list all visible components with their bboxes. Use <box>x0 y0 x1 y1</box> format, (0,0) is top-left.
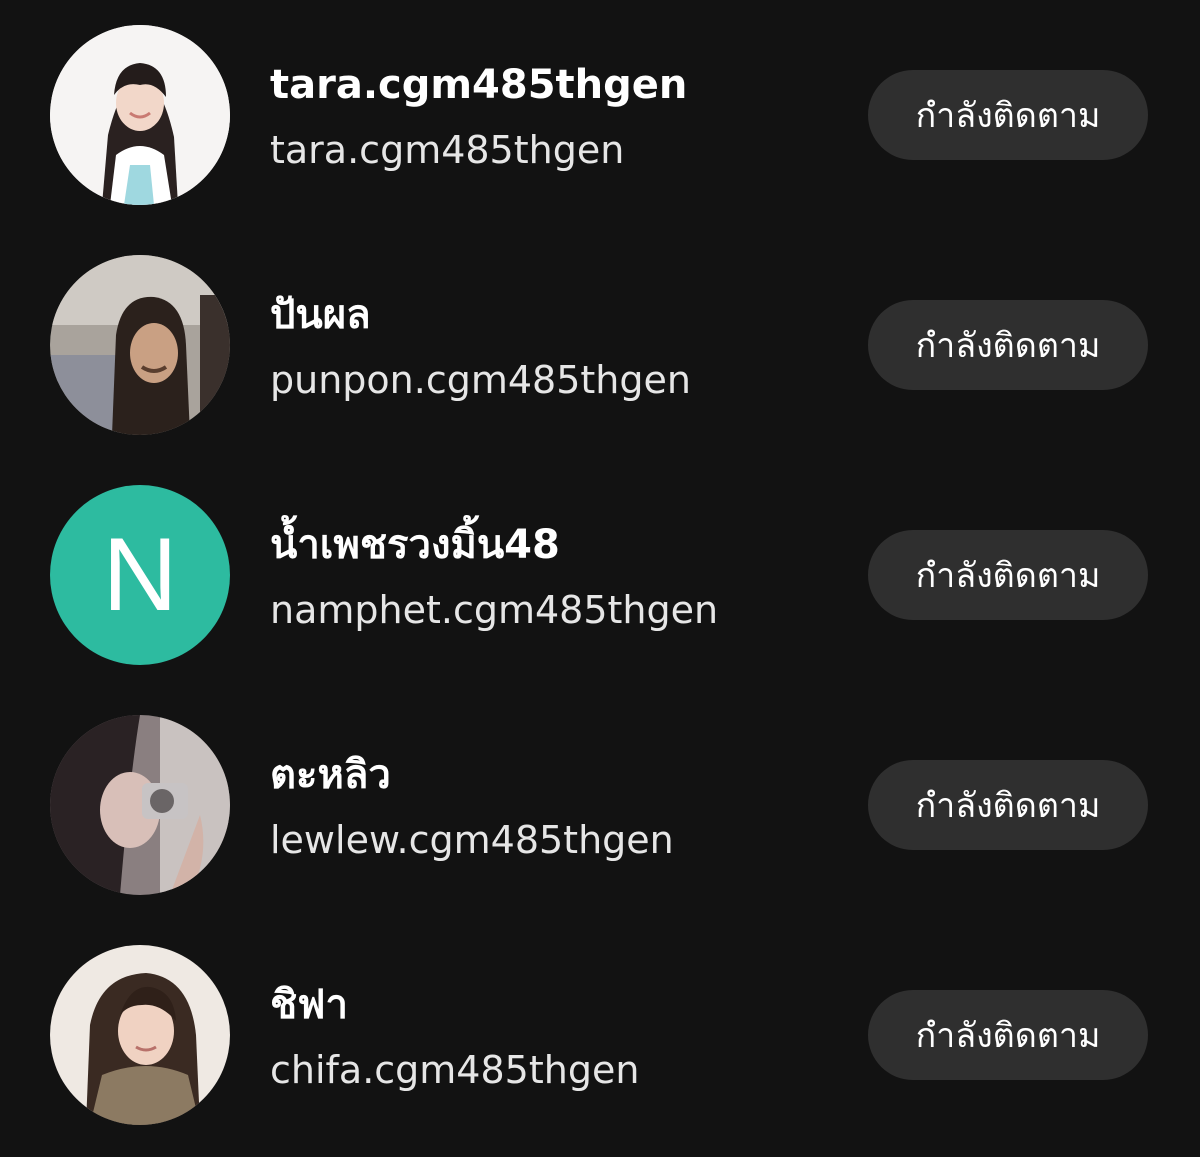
user-row[interactable]: tara.cgm485thgen tara.cgm485thgen กำลังต… <box>0 25 1200 205</box>
following-button[interactable]: กำลังติดตาม <box>868 70 1148 160</box>
avatar[interactable] <box>50 715 230 895</box>
avatar[interactable] <box>50 25 230 205</box>
user-row[interactable]: ตะหลิว lewlew.cgm485thgen กำลังติดตาม <box>0 715 1200 895</box>
following-button[interactable]: กำลังติดตาม <box>868 760 1148 850</box>
user-row[interactable]: ปันผล punpon.cgm485thgen กำลังติดตาม <box>0 255 1200 435</box>
user-row[interactable]: N น้ำเพชรวงมิ้น48 namphet.cgm485thgen กำ… <box>0 485 1200 665</box>
avatar-photo <box>50 255 230 435</box>
username: chifa.cgm485thgen <box>270 1048 640 1092</box>
username: punpon.cgm485thgen <box>270 358 691 402</box>
avatar[interactable] <box>50 945 230 1125</box>
username: namphet.cgm485thgen <box>270 588 719 632</box>
display-name: ปันผล <box>270 292 371 338</box>
avatar-initial: N <box>102 517 178 633</box>
display-name: ชิฟา <box>270 982 348 1028</box>
following-list: tara.cgm485thgen tara.cgm485thgen กำลังต… <box>0 0 1200 1157</box>
username: lewlew.cgm485thgen <box>270 818 674 862</box>
avatar[interactable] <box>50 255 230 435</box>
avatar-photo <box>50 945 230 1125</box>
following-button[interactable]: กำลังติดตาม <box>868 990 1148 1080</box>
following-button[interactable]: กำลังติดตาม <box>868 300 1148 390</box>
display-name: tara.cgm485thgen <box>270 62 688 108</box>
display-name: ตะหลิว <box>270 752 391 798</box>
avatar-photo <box>50 25 230 205</box>
avatar[interactable]: N <box>50 485 230 665</box>
user-row[interactable]: ชิฟา chifa.cgm485thgen กำลังติดตาม <box>0 945 1200 1125</box>
following-button[interactable]: กำลังติดตาม <box>868 530 1148 620</box>
display-name: น้ำเพชรวงมิ้น48 <box>270 522 560 568</box>
username: tara.cgm485thgen <box>270 128 625 172</box>
avatar-photo <box>50 715 230 895</box>
